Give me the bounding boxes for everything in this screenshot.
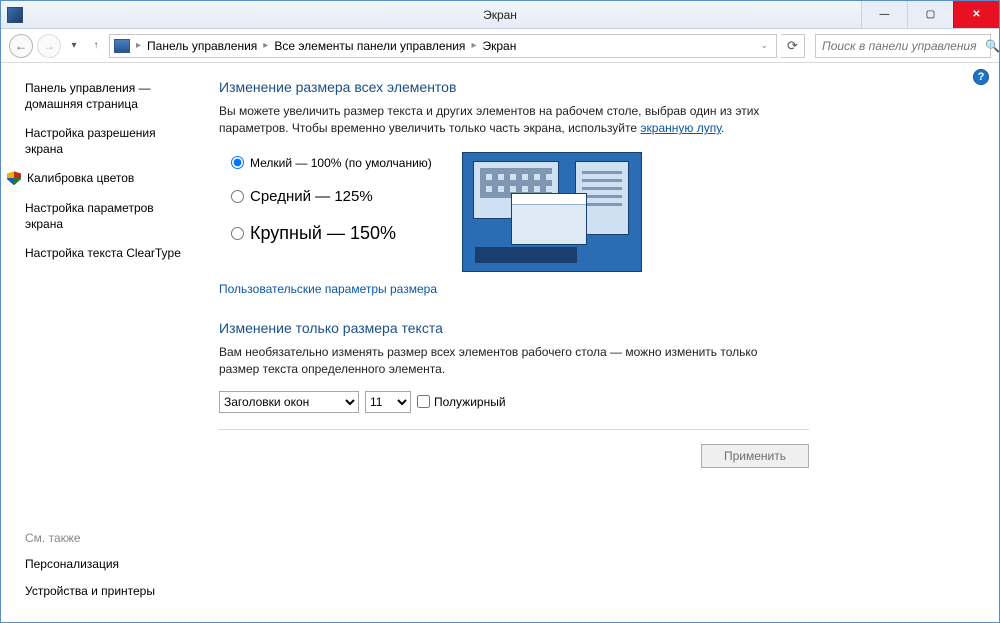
computer-icon [114, 39, 130, 53]
chevron-right-icon: ▸ [136, 40, 141, 51]
section1-description: Вы можете увеличить размер текста и друг… [219, 103, 779, 138]
breadcrumb-all-items[interactable]: Все элементы панели управления [274, 39, 465, 53]
chevron-right-icon: ▸ [471, 40, 476, 51]
address-bar[interactable]: ▸ Панель управления ▸ Все элементы панел… [109, 34, 777, 58]
minimize-button[interactable]: — [861, 1, 907, 28]
size-row: Мелкий — 100% (по умолчанию) Средний — 1… [219, 150, 979, 272]
section2-description: Вам необязательно изменять размер всех э… [219, 344, 779, 379]
app-icon [7, 7, 23, 23]
sidebar-link-label: Настройка текста ClearType [25, 246, 181, 262]
search-input[interactable] [820, 38, 981, 54]
sidebar-footer: См. также Персонализация Устройства и пр… [25, 531, 189, 612]
preview-window [511, 193, 587, 245]
preview-bar [475, 247, 577, 263]
magnifier-link[interactable]: экранную лупу [640, 121, 721, 135]
preview-graphic [462, 152, 642, 272]
apply-row: Применить [219, 444, 809, 468]
scale-radio-group: Мелкий — 100% (по умолчанию) Средний — 1… [231, 156, 432, 244]
see-also-label: Устройства и принтеры [25, 584, 155, 600]
titlebar: Экран — ▢ ✕ [1, 1, 999, 29]
see-also-personalization[interactable]: Персонализация [25, 557, 189, 573]
sidebar-link-label: Настройка параметров экрана [25, 201, 189, 232]
sidebar: Панель управления — домашняя страница На… [1, 63, 201, 622]
address-dropdown-icon[interactable]: ⌄ [756, 40, 772, 51]
sidebar-link-label: Настройка разрешения экрана [25, 126, 189, 157]
toolbar: ← → ▾ ↑ ▸ Панель управления ▸ Все элемен… [1, 29, 999, 63]
radio-150-input[interactable] [231, 227, 244, 240]
back-button[interactable]: ← [9, 34, 33, 58]
refresh-button[interactable]: ⟳ [781, 34, 805, 58]
apply-button[interactable]: Применить [701, 444, 809, 468]
radio-100-input[interactable] [231, 156, 244, 169]
breadcrumb-display[interactable]: Экран [482, 39, 516, 53]
sidebar-link-home[interactable]: Панель управления — домашняя страница [25, 81, 189, 112]
radio-150[interactable]: Крупный — 150% [231, 223, 432, 244]
search-box[interactable]: 🔍 [815, 34, 991, 58]
bold-checkbox-label: Полужирный [434, 395, 506, 409]
bold-checkbox-input[interactable] [417, 395, 430, 408]
sidebar-link-calibrate[interactable]: Калибровка цветов [25, 171, 189, 187]
up-button[interactable]: ↑ [87, 35, 105, 57]
window-controls: — ▢ ✕ [861, 1, 999, 28]
content-body: ? Панель управления — домашняя страница … [1, 63, 999, 622]
see-also-header: См. также [25, 531, 189, 545]
font-size-select[interactable]: 11 [365, 391, 411, 413]
history-dropdown[interactable]: ▾ [65, 35, 83, 57]
sidebar-link-cleartype[interactable]: Настройка текста ClearType [25, 246, 189, 262]
radio-150-label: Крупный — 150% [250, 223, 396, 244]
radio-100-label: Мелкий — 100% (по умолчанию) [250, 156, 432, 170]
maximize-button[interactable]: ▢ [907, 1, 953, 28]
section-title-text-only: Изменение только размера текста [219, 320, 979, 336]
radio-125-label: Средний — 125% [250, 188, 373, 205]
radio-125-input[interactable] [231, 190, 244, 203]
close-button[interactable]: ✕ [953, 1, 999, 28]
display-settings-window: Экран — ▢ ✕ ← → ▾ ↑ ▸ Панель управления … [0, 0, 1000, 623]
section-title-all-elements: Изменение размера всех элементов [219, 79, 979, 95]
shield-icon [7, 171, 21, 185]
bold-checkbox[interactable]: Полужирный [417, 395, 506, 409]
sidebar-link-label: Панель управления — домашняя страница [25, 81, 189, 112]
search-icon: 🔍 [985, 39, 1000, 53]
see-also-label: Персонализация [25, 557, 119, 573]
forward-button[interactable]: → [37, 34, 61, 58]
chevron-right-icon: ▸ [263, 40, 268, 51]
see-also-devices[interactable]: Устройства и принтеры [25, 584, 189, 600]
main-panel: Изменение размера всех элементов Вы може… [201, 63, 999, 622]
help-icon[interactable]: ? [973, 69, 989, 85]
element-select[interactable]: Заголовки окон [219, 391, 359, 413]
radio-100[interactable]: Мелкий — 100% (по умолчанию) [231, 156, 432, 170]
radio-125[interactable]: Средний — 125% [231, 188, 432, 205]
separator [219, 429, 809, 430]
window-title: Экран [1, 8, 999, 22]
sidebar-link-resolution[interactable]: Настройка разрешения экрана [25, 126, 189, 157]
sidebar-link-label: Калибровка цветов [27, 171, 134, 187]
breadcrumb-control-panel[interactable]: Панель управления [147, 39, 257, 53]
text-size-controls: Заголовки окон 11 Полужирный [219, 391, 979, 413]
sidebar-link-display-params[interactable]: Настройка параметров экрана [25, 201, 189, 232]
custom-size-link[interactable]: Пользовательские параметры размера [219, 282, 437, 296]
